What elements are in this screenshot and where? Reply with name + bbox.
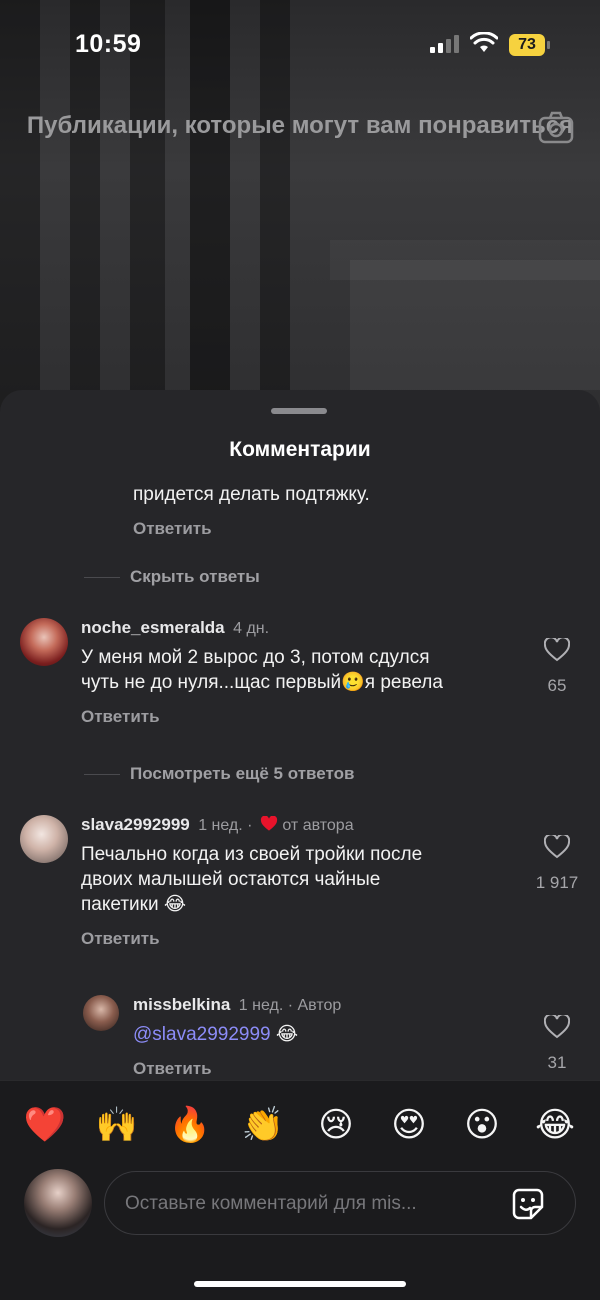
avatar[interactable] [83, 995, 119, 1031]
feed-title: Публикации, которые могут вам понравитьс… [26, 112, 574, 139]
comment-text: двоих малышей остаются чайные [81, 869, 381, 890]
comment-text: пакетики [81, 894, 159, 915]
comment-text: Печально когда из своей тройки после [81, 844, 423, 865]
wifi-icon [470, 32, 498, 52]
comment-text: У меня мой 2 вырос до 3, потом сдулся [81, 647, 430, 668]
reply-button[interactable]: Ответить [133, 519, 212, 539]
like-count: 65 [547, 676, 567, 695]
mention-link[interactable]: @slava2992999 [133, 1024, 271, 1045]
comment-text: я ревела [364, 672, 443, 693]
heart-outline-icon[interactable] [544, 835, 570, 859]
cellular-signal-icon [430, 35, 462, 53]
avatar[interactable] [20, 618, 68, 666]
comment-username[interactable]: slava2992999 [81, 815, 190, 834]
home-indicator[interactable] [194, 1281, 406, 1287]
status-time: 10:59 [75, 30, 142, 58]
comment-input[interactable] [125, 1190, 485, 1218]
comment-emoji: 😂 [275, 1023, 299, 1045]
reaction-raised-hands-icon[interactable]: 🙌 [95, 1103, 139, 1147]
reply-button[interactable]: Ответить [133, 1059, 212, 1079]
current-user-avatar[interactable] [24, 1169, 92, 1237]
battery-level: 73 [509, 34, 545, 56]
battery-icon: 73 [509, 34, 551, 56]
comment-username[interactable]: missbelkina [133, 995, 230, 1014]
reaction-fire-icon[interactable]: 🔥 [168, 1103, 212, 1147]
comment-text: чуть не до нуля...щас первый [81, 672, 342, 693]
comment-text: придется делать подтяжку. [133, 484, 370, 505]
reply-button[interactable]: Ответить [81, 929, 160, 949]
like-count: 1 917 [535, 873, 579, 892]
comment-emoji: 🥲 [341, 671, 365, 693]
comment-time: 4 дн. [233, 620, 270, 637]
hide-replies-button[interactable]: Скрыть ответы [130, 567, 260, 587]
sticker-icon[interactable] [511, 1187, 545, 1221]
quick-reactions: ❤️ 🙌 🔥 👏 😢 😍 😮 😂 [0, 1103, 600, 1147]
comment-username[interactable]: noche_esmeralda [81, 618, 225, 637]
comments-list[interactable]: придется делать подтяжку. Ответить Скрыт… [0, 468, 600, 1080]
reaction-surprised-icon[interactable]: 😮 [460, 1103, 504, 1147]
reaction-crying-icon[interactable]: 😢 [314, 1103, 358, 1147]
comment-emoji: 😂 [163, 893, 187, 915]
comment-composer-area: ❤️ 🙌 🔥 👏 😢 😍 😮 😂 [0, 1080, 600, 1300]
heart-outline-icon[interactable] [544, 1015, 570, 1039]
reaction-heart-icon[interactable]: ❤️ [23, 1103, 67, 1147]
avatar[interactable] [20, 815, 68, 863]
heart-outline-icon[interactable] [544, 638, 570, 662]
view-more-replies-button[interactable]: Посмотреть ещё 5 ответов [130, 764, 354, 784]
comment-text-line: чуть не до нуля...щас первый🥲я ревела [81, 670, 443, 695]
reply-button[interactable]: Ответить [81, 707, 160, 727]
reaction-clap-icon[interactable]: 👏 [241, 1103, 285, 1147]
comment-time: 1 нед. · Автор [238, 997, 342, 1014]
reaction-heart-eyes-icon[interactable]: 😍 [387, 1103, 431, 1147]
heart-filled-icon [260, 815, 278, 831]
comment-input-box[interactable] [104, 1171, 576, 1235]
sheet-title: Комментарии [229, 438, 371, 461]
reaction-laughing-icon[interactable]: 😂 [533, 1103, 577, 1147]
sheet-grabber[interactable] [271, 408, 327, 414]
liked-by-author-label: от автора [282, 817, 354, 834]
comment-time: 1 нед. · [198, 817, 253, 834]
camera-icon[interactable] [538, 110, 574, 144]
like-count: 31 [547, 1053, 567, 1072]
status-bar: 10:59 73 [0, 0, 600, 90]
